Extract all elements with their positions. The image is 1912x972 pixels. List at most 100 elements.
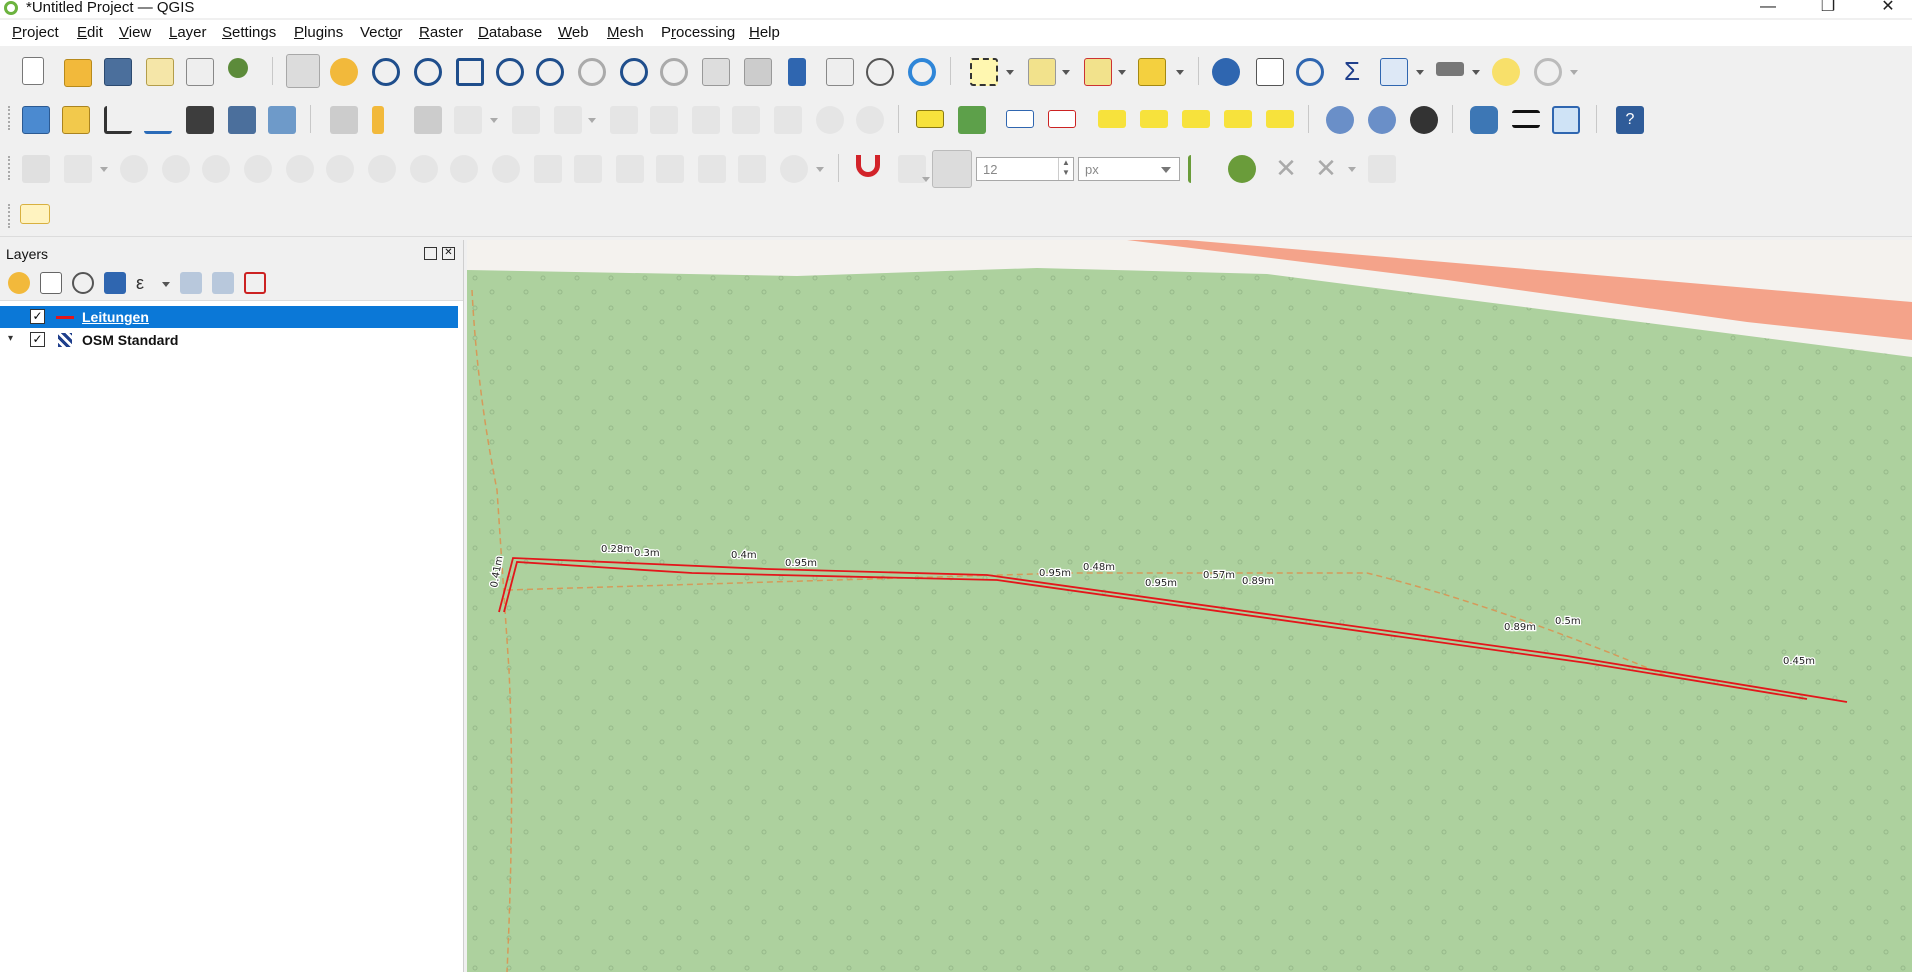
chevron-down-icon[interactable] (1416, 70, 1424, 75)
new-virtual-layer-icon[interactable] (186, 106, 214, 134)
split-parts-icon[interactable] (450, 155, 478, 183)
add-part-icon[interactable] (162, 155, 190, 183)
menu-processing[interactable]: Processing (661, 24, 735, 41)
offset-curve-icon[interactable] (368, 155, 396, 183)
attribute-table-icon[interactable] (1256, 58, 1284, 86)
refresh-icon[interactable] (908, 58, 936, 86)
expand-all-icon[interactable] (180, 272, 202, 294)
snapping-type-icon[interactable] (932, 150, 972, 188)
map-tips-icon[interactable] (1492, 58, 1520, 86)
temporal-controller-icon[interactable] (866, 58, 894, 86)
wfs-layer-icon[interactable] (1368, 106, 1396, 134)
new-3d-map-view-icon[interactable] (744, 58, 772, 86)
minimize-button[interactable]: — (1748, 0, 1788, 18)
chevron-down-icon[interactable] (1570, 70, 1578, 75)
pin-labels-icon[interactable] (1098, 110, 1126, 128)
menu-raster[interactable]: Raster (419, 24, 463, 41)
close-panel-icon[interactable]: ✕ (442, 247, 455, 260)
delete-selected-icon[interactable] (650, 106, 678, 134)
python-console-icon[interactable] (1470, 106, 1498, 134)
zoom-to-layer-icon[interactable] (536, 58, 564, 86)
menu-vector[interactable]: Vector (360, 24, 403, 41)
filter-expression-icon[interactable]: ε (136, 272, 158, 294)
paste-features-icon[interactable] (774, 106, 802, 134)
plugin-tool-icon[interactable] (20, 204, 50, 224)
layer-row-leitungen[interactable]: ✓ Leitungen (0, 306, 458, 328)
zoom-native-resolution-icon[interactable] (578, 58, 606, 86)
self-snapping-icon[interactable]: ✕ (1312, 155, 1340, 183)
zoom-in-icon[interactable] (372, 58, 400, 86)
align-rasters-icon[interactable] (738, 155, 766, 183)
chevron-down-icon[interactable] (100, 167, 108, 172)
topological-editing-icon[interactable] (1188, 155, 1206, 183)
new-map-view-icon[interactable] (702, 58, 730, 86)
chevron-down-icon[interactable] (490, 118, 498, 123)
snapping-options-icon[interactable] (1368, 155, 1396, 183)
zoom-last-icon[interactable] (620, 58, 648, 86)
data-source-manager-icon[interactable] (22, 106, 50, 134)
shape-digitizing-icon[interactable] (64, 155, 92, 183)
restore-button[interactable]: ❐ (1808, 0, 1848, 18)
add-group-icon[interactable] (40, 272, 62, 294)
chevron-down-icon[interactable] (1348, 167, 1356, 172)
split-features-icon[interactable] (410, 155, 438, 183)
align-icon[interactable] (1512, 110, 1540, 128)
manage-themes-eye-icon[interactable] (72, 272, 94, 294)
chevron-down-icon[interactable] (816, 167, 824, 172)
menu-mesh[interactable]: Mesh (607, 24, 644, 41)
pan-map-icon[interactable] (286, 54, 320, 88)
zoom-next-icon[interactable] (660, 58, 688, 86)
help-icon[interactable]: ? (1616, 106, 1644, 134)
remove-layer-icon[interactable] (244, 272, 266, 294)
chevron-down-icon[interactable] (588, 118, 596, 123)
add-mesh-layer-icon[interactable] (268, 106, 296, 134)
chevron-down-icon[interactable] (1062, 70, 1070, 75)
toggle-editing-pencil-icon[interactable] (372, 106, 384, 134)
statistics-sigma-icon[interactable]: Σ (1338, 58, 1366, 86)
wms-layer-icon[interactable] (1326, 106, 1354, 134)
redo-icon[interactable] (856, 106, 884, 134)
fill-ring-icon[interactable] (202, 155, 230, 183)
save-project-icon[interactable] (104, 58, 132, 86)
new-spatial-bookmark-icon[interactable] (788, 58, 806, 86)
collapse-all-icon[interactable] (212, 272, 234, 294)
snapping-units-select[interactable]: px (1078, 157, 1180, 181)
menu-layer[interactable]: Layer (169, 24, 207, 41)
show-hide-labels-icon[interactable] (1140, 110, 1168, 128)
menu-edit[interactable]: Edit (77, 24, 103, 41)
float-panel-icon[interactable] (424, 247, 437, 260)
snapping-intersection-icon[interactable] (1228, 155, 1256, 183)
toggle-label-display-icon[interactable] (1048, 110, 1076, 128)
open-field-calculator-icon[interactable] (1380, 58, 1408, 86)
reshape-icon[interactable] (326, 155, 354, 183)
deselect-features-icon[interactable] (1084, 58, 1112, 86)
toolbar-grip[interactable] (8, 156, 13, 180)
chevron-down-icon[interactable] (162, 282, 170, 287)
delete-part-icon[interactable] (286, 155, 314, 183)
menu-web[interactable]: Web (558, 24, 589, 41)
vertex-tool-icon[interactable] (512, 106, 540, 134)
select-features-icon[interactable] (970, 58, 998, 86)
menu-project[interactable]: Project (12, 24, 59, 41)
toolbar-grip[interactable] (8, 106, 13, 130)
close-button[interactable]: ✕ (1868, 0, 1908, 18)
layer-labeling-icon[interactable] (916, 110, 944, 128)
style-layer-icon[interactable] (8, 272, 30, 294)
change-label-icon[interactable] (1266, 110, 1294, 128)
undo-icon[interactable] (816, 106, 844, 134)
modify-attributes-icon[interactable] (554, 106, 582, 134)
layout-manager-icon[interactable] (186, 58, 214, 86)
layer-visibility-checkbox[interactable]: ✓ (30, 332, 45, 347)
expand-arrow-icon[interactable]: ▾ (8, 333, 13, 344)
scale-feature-icon[interactable] (616, 155, 644, 183)
menu-help[interactable]: Help (749, 24, 780, 41)
delete-ring-icon[interactable] (244, 155, 272, 183)
simplify-icon[interactable] (534, 155, 562, 183)
filter-legend-icon[interactable] (104, 272, 126, 294)
layer-visibility-checkbox[interactable]: ✓ (30, 309, 45, 324)
chevron-down-icon[interactable] (1176, 70, 1184, 75)
new-print-layout-icon[interactable] (146, 58, 174, 86)
rotate-point-symbols-icon[interactable] (780, 155, 808, 183)
cut-features-icon[interactable] (692, 106, 720, 134)
snapping-magnet-icon[interactable] (856, 155, 880, 177)
